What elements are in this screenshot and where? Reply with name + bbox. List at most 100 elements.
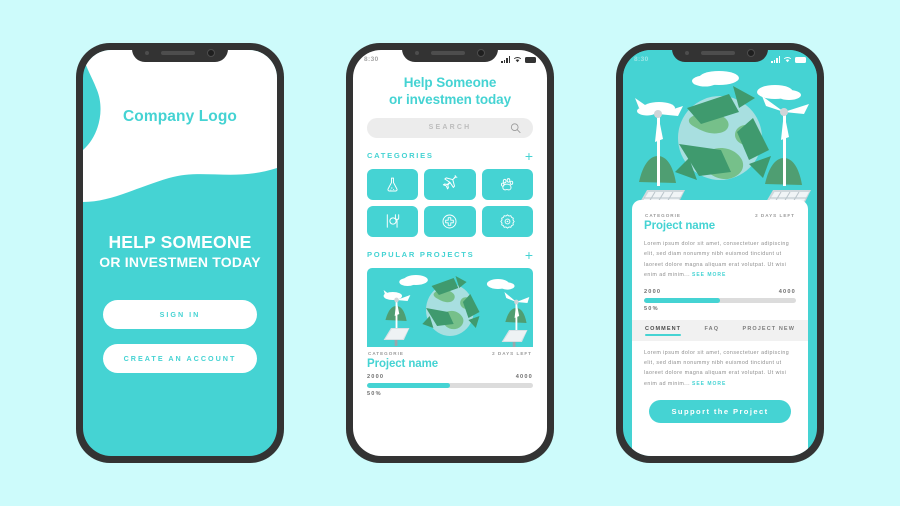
wifi-icon	[783, 57, 792, 63]
gear-icon	[500, 213, 515, 229]
project-thumbnail-eco-illustration	[367, 267, 533, 347]
battery-icon	[525, 57, 536, 63]
popular-projects-heading: POPULAR PROJECTS	[367, 250, 475, 260]
airplane-icon	[442, 175, 458, 190]
headline-line-1: HELP SOMEONE	[108, 232, 252, 252]
project-progress-fill	[367, 382, 450, 388]
speaker-grill	[161, 50, 195, 55]
project-amounts: 2000 4000	[367, 374, 533, 380]
project-progress-fill	[644, 297, 720, 303]
discover-title-line-1: Help Someone	[403, 75, 497, 90]
project-current-amount: 2000	[367, 373, 385, 380]
category-tile-food[interactable]	[367, 205, 419, 237]
speaker-grill	[431, 50, 465, 55]
sign-in-button[interactable]: SIGN IN	[103, 300, 257, 329]
search-icon	[510, 122, 521, 133]
add-project-plus-icon[interactable]: +	[525, 248, 533, 262]
project-percent: 50%	[644, 305, 659, 312]
tab-comment[interactable]: COMMENT	[645, 326, 682, 336]
project-goal-amount: 4000	[778, 288, 796, 295]
comment-see-more-link[interactable]: SEE MORE	[692, 381, 726, 387]
status-icons	[501, 56, 536, 63]
paw-icon	[500, 177, 514, 190]
company-logo: Company Logo	[123, 108, 237, 125]
phone-onboarding: 8:30 Company Logo HELP SOMEONE OR INVEST…	[76, 43, 284, 463]
status-time: 8:30	[364, 56, 379, 63]
support-project-button[interactable]: Support the Project	[649, 400, 791, 424]
status-icons	[771, 56, 806, 63]
category-tile-health[interactable]	[424, 205, 476, 237]
status-icons	[231, 56, 266, 63]
cutlery-icon	[386, 214, 399, 228]
status-time: 8:30	[634, 56, 649, 63]
project-progress-bar	[367, 382, 533, 388]
onboarding-headline: HELP SOMEONE OR INVESTMEN TODAY	[83, 232, 277, 271]
speaker-grill	[701, 50, 735, 55]
create-account-button[interactable]: CREATE AN ACCOUNT	[103, 344, 257, 373]
project-goal-amount: 4000	[515, 373, 533, 380]
category-tile-science[interactable]	[367, 168, 419, 200]
categories-header: CATEGORIES +	[367, 149, 533, 163]
tab-project-new[interactable]: PROJECT NEW	[743, 326, 795, 336]
category-tile-animals[interactable]	[481, 168, 533, 200]
popular-projects-header: POPULAR PROJECTS +	[367, 248, 533, 262]
screen-onboarding: 8:30 Company Logo HELP SOMEONE OR INVEST…	[83, 50, 277, 456]
category-tile-travel[interactable]	[424, 168, 476, 200]
onboarding-actions: SIGN IN CREATE AN ACCOUNT	[103, 300, 257, 388]
signal-bars-icon	[771, 56, 780, 63]
project-category: CATEGORIE	[645, 213, 681, 218]
project-detail-sheet: CATEGORIE 2 DAYS LEFT Project name Lorem…	[632, 200, 808, 456]
project-percent: 50%	[367, 390, 382, 397]
project-name: Project name	[367, 357, 439, 370]
status-time: 8:30	[94, 56, 109, 63]
phone-project-detail: 8:30 CATEGORIE 2 DAYS LEFT Project name …	[616, 43, 824, 463]
categories-grid	[367, 168, 533, 237]
wifi-icon	[243, 57, 252, 63]
signal-bars-icon	[501, 56, 510, 63]
sensor-dot-icon	[415, 50, 419, 55]
project-hero-eco-illustration	[623, 50, 817, 222]
front-camera-icon	[747, 48, 755, 57]
project-current-amount: 2000	[644, 288, 662, 295]
sensor-dot-icon	[685, 50, 689, 55]
category-tile-technology[interactable]	[481, 205, 533, 237]
discover-title: Help Someone or investmen today	[353, 74, 547, 109]
project-amounts: 2000 4000	[644, 289, 796, 295]
project-meta: CATEGORIE 2 DAYS LEFT	[644, 209, 796, 219]
comment-text: Lorem ipsum dolor sit amet, consectetuer…	[644, 348, 796, 390]
search-input[interactable]: SEARCH	[367, 117, 533, 138]
phone-notch	[402, 43, 498, 62]
project-card[interactable]: CATEGORIE 2 DAYS LEFT Project name 2000 …	[367, 267, 533, 397]
medical-cross-icon	[443, 214, 457, 229]
project-days-left: 2 DAYS LEFT	[492, 350, 532, 356]
phone-notch	[132, 43, 228, 62]
flask-icon	[387, 177, 398, 192]
project-description: Lorem ipsum dolor sit amet, consectetuer…	[644, 239, 796, 281]
discover-title-line-2: or investmen today	[389, 92, 511, 108]
search-placeholder: SEARCH	[428, 124, 472, 132]
white-blob-shape	[83, 50, 277, 202]
phone-notch	[672, 43, 768, 62]
screen-discover: 8:30 Help Someone or investmen today SEA…	[353, 50, 547, 456]
see-more-link[interactable]: SEE MORE	[692, 272, 726, 278]
front-camera-icon	[207, 48, 215, 57]
project-progress-bar	[644, 297, 796, 303]
battery-icon	[795, 57, 806, 63]
wifi-icon	[513, 57, 522, 63]
front-camera-icon	[477, 48, 485, 57]
detail-tabs: COMMENT FAQ PROJECT NEW	[632, 319, 808, 341]
signal-bars-icon	[231, 56, 240, 63]
project-days-left: 2 DAYS LEFT	[755, 213, 795, 218]
categories-heading: CATEGORIES	[367, 151, 434, 161]
screen-project-detail: 8:30 CATEGORIE 2 DAYS LEFT Project name …	[623, 50, 817, 456]
sensor-dot-icon	[145, 50, 149, 55]
add-category-plus-icon[interactable]: +	[525, 149, 533, 163]
project-meta: CATEGORIE 2 DAYS LEFT	[367, 347, 533, 357]
battery-icon	[255, 57, 266, 63]
phone-mockup-stage: 8:30 Company Logo HELP SOMEONE OR INVEST…	[0, 0, 900, 506]
tab-faq[interactable]: FAQ	[705, 326, 720, 336]
project-category: CATEGORIE	[368, 350, 404, 356]
phone-discover: 8:30 Help Someone or investmen today SEA…	[346, 43, 554, 463]
headline-line-2: OR INVESTMEN TODAY	[99, 253, 261, 270]
project-name: Project name	[644, 220, 716, 232]
